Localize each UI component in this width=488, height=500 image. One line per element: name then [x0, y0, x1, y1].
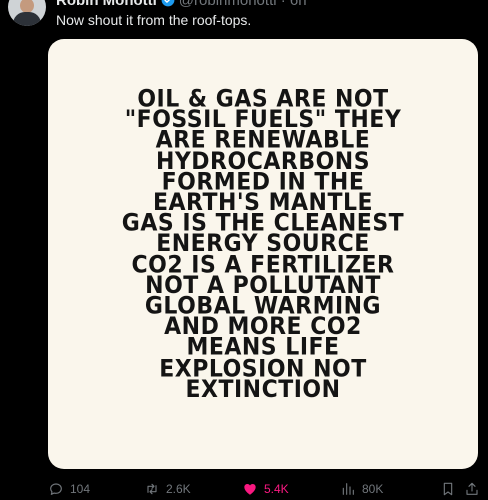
repost-icon	[147, 483, 157, 495]
reply-button[interactable]: 104	[48, 480, 90, 498]
verified-badge-icon	[161, 0, 175, 7]
views-chart-icon	[342, 483, 354, 495]
tweet-text: Now shout it from the roof-tops.	[56, 12, 252, 28]
reply-icon	[50, 483, 62, 495]
views-count: 80K	[362, 482, 384, 496]
bookmark-icon	[443, 482, 453, 496]
like-button[interactable]: 5.4K	[242, 480, 289, 498]
author-line: Robin Monotti @robinmonotti · 6h	[56, 0, 307, 9]
heart-icon	[244, 484, 256, 495]
repost-count: 2.6K	[166, 482, 191, 496]
tweet-header: Robin Monotti @robinmonotti · 6h Now sho…	[8, 0, 480, 30]
tweet-actions: 104 2.6K 5.4K 80K	[46, 480, 480, 498]
share-button[interactable]	[464, 480, 480, 498]
image-text-line: EXTINCTION	[185, 376, 341, 404]
share-icon	[466, 482, 478, 495]
tweet-image[interactable]: OIL & GAS ARE NOT "FOSSIL FUELS" THEY AR…	[48, 39, 478, 469]
reply-count: 104	[70, 482, 91, 496]
avatar-shoulders	[13, 12, 41, 26]
repost-button[interactable]: 2.6K	[144, 480, 191, 498]
avatar[interactable]	[8, 0, 46, 26]
bookmark-button[interactable]	[440, 480, 456, 498]
views-button[interactable]: 80K	[340, 480, 383, 498]
like-count: 5.4K	[264, 482, 289, 496]
author-name[interactable]: Robin Monotti	[56, 0, 157, 9]
image-text: OIL & GAS ARE NOT "FOSSIL FUELS" THEY AR…	[48, 87, 478, 404]
author-handle[interactable]: @robinmonotti · 6h	[179, 0, 307, 9]
